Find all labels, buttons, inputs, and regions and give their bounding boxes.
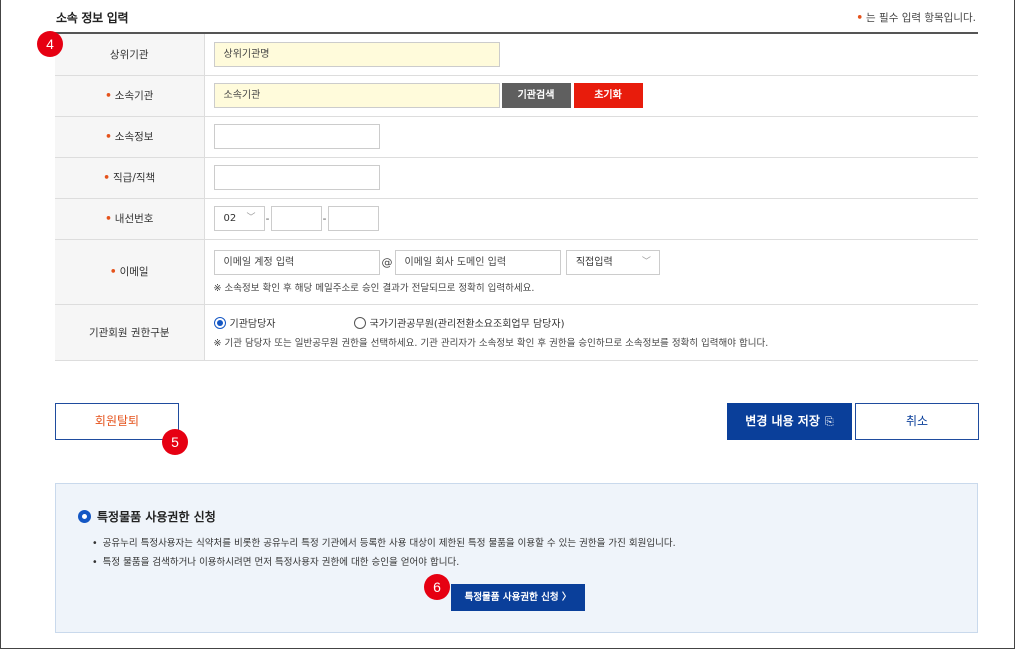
special-items-panel: 특정물품 사용권한 신청 공유누리 특정사용자는 식약처를 비롯한 공유누리 특… bbox=[55, 483, 978, 633]
org-search-button[interactable]: 기관검색 bbox=[501, 83, 571, 108]
org-label: • 소속기관 bbox=[55, 75, 205, 117]
row-email: • 이메일 이메일 계정 입력 @ 이메일 회사 도메인 입력 직접입력 ﹀ ※ 소속정… bbox=[55, 239, 978, 305]
special-panel-title-text: 특정물품 사용권한 신청 bbox=[97, 510, 216, 524]
dept-input[interactable] bbox=[213, 124, 380, 149]
position-label-text: 직급/직책 bbox=[113, 172, 156, 184]
email-hint: ※ 소속정보 확인 후 해당 메일주소로 승인 결과가 전달되므로 정확히 입력… bbox=[213, 282, 535, 294]
role-radio-official[interactable] bbox=[353, 316, 366, 329]
bullet-ring-icon bbox=[78, 510, 91, 523]
apply-button-label: 특정물품 사용권한 신청 bbox=[464, 592, 559, 603]
email-id-input[interactable]: 이메일 계정 입력 bbox=[213, 249, 380, 275]
email-domain-select-value: 직접입력 bbox=[575, 256, 613, 268]
list-item: 특정 물품을 검색하거나 이용하시려면 먼저 특정사용자 권한에 대한 승인을 … bbox=[92, 553, 676, 572]
email-domain-select[interactable]: 직접입력 ﹀ bbox=[565, 249, 660, 275]
phone-label-text: 내선번호 bbox=[114, 213, 154, 225]
org-reset-button[interactable]: 초기화 bbox=[573, 83, 643, 108]
required-dot: • bbox=[109, 266, 117, 278]
required-note-text: 는 필수 입력 항목입니다. bbox=[866, 12, 976, 24]
role-option-manager-label[interactable]: 기관담당자 bbox=[230, 315, 354, 330]
step-badge-5: 5 bbox=[162, 429, 188, 455]
row-phone: • 내선번호 02 ﹀ - - bbox=[55, 198, 978, 240]
org-label-text: 소속기관 bbox=[114, 90, 154, 102]
org-input[interactable]: 소속기관 bbox=[213, 83, 500, 108]
row-position: • 직급/직책 bbox=[55, 157, 978, 199]
org-info-form: 상위기관 상위기관명 • 소속기관 소속기관 기관검색 초기화 • 소속정보 • 직급/직… bbox=[55, 34, 978, 361]
section-title: 소속 정보 입력 bbox=[56, 11, 129, 25]
role-label: 기관회원 권한구분 bbox=[55, 304, 205, 361]
required-mark: • bbox=[856, 12, 864, 24]
dept-label: • 소속정보 bbox=[55, 116, 205, 158]
dept-label-text: 소속정보 bbox=[114, 131, 154, 143]
email-label-text: 이메일 bbox=[119, 266, 149, 278]
role-radio-manager[interactable] bbox=[213, 316, 226, 329]
required-note: • 는 필수 입력 항목입니다. bbox=[856, 10, 976, 25]
required-dot: • bbox=[105, 131, 112, 143]
role-hint: ※ 기관 담당자 또는 일반공무원 권한을 선택하세요. 기관 관리자가 소속정… bbox=[213, 338, 769, 349]
withdraw-button[interactable]: 회원탈퇴 bbox=[55, 403, 179, 440]
email-label: • 이메일 bbox=[55, 239, 205, 305]
chevron-right-icon: 〉 bbox=[561, 592, 572, 603]
cancel-button[interactable]: 취소 bbox=[855, 403, 979, 440]
chevron-down-icon: ﹀ bbox=[246, 213, 256, 223]
parent-org-label: 상위기관 bbox=[55, 34, 205, 76]
step-badge-6: 6 bbox=[424, 574, 450, 600]
phone-area-select[interactable]: 02 ﹀ bbox=[213, 206, 265, 231]
required-dot: • bbox=[105, 90, 112, 102]
email-at-sign: @ bbox=[381, 255, 393, 269]
required-dot: • bbox=[105, 213, 112, 225]
required-dot: • bbox=[103, 172, 111, 184]
phone-area-value: 02 bbox=[223, 213, 237, 224]
chevron-down-icon: ﹀ bbox=[641, 256, 651, 267]
phone-part2-input[interactable] bbox=[270, 206, 322, 231]
save-icon: ⎘ bbox=[824, 415, 834, 428]
apply-special-permission-button[interactable]: 특정물품 사용권한 신청 〉 bbox=[451, 584, 585, 611]
special-panel-title: 특정물품 사용권한 신청 bbox=[78, 508, 216, 525]
save-button-label: 변경 내용 저장 bbox=[745, 414, 820, 428]
parent-org-input[interactable]: 상위기관명 bbox=[213, 41, 500, 67]
page-frame: 소속 정보 입력 • 는 필수 입력 항목입니다. 상위기관 상위기관명 • 소속기… bbox=[0, 0, 1015, 649]
save-button[interactable]: 변경 내용 저장 ⎘ bbox=[727, 403, 852, 440]
phone-part3-input[interactable] bbox=[327, 206, 379, 231]
role-option-official-label[interactable]: 국가기관공무원(관리전환소요조회업무 담당자) bbox=[370, 315, 565, 330]
position-input[interactable] bbox=[213, 165, 380, 190]
list-item: 공유누리 특정사용자는 식약처를 비롯한 공유누리 특정 기관에서 등록한 사용… bbox=[92, 534, 676, 553]
row-dept: • 소속정보 bbox=[55, 116, 978, 158]
row-org: • 소속기관 소속기관 기관검색 초기화 bbox=[55, 75, 978, 117]
phone-label: • 내선번호 bbox=[55, 198, 205, 240]
row-parent-org: 상위기관 상위기관명 bbox=[55, 34, 978, 76]
special-panel-bullets: 공유누리 특정사용자는 식약처를 비롯한 공유누리 특정 기관에서 등록한 사용… bbox=[92, 534, 676, 572]
step-badge-4: 4 bbox=[37, 31, 63, 57]
row-role: 기관회원 권한구분 기관담당자 국가기관공무원(관리전환소요조회업무 담당자) … bbox=[55, 304, 978, 361]
position-label: • 직급/직책 bbox=[55, 157, 205, 199]
email-domain-input[interactable]: 이메일 회사 도메인 입력 bbox=[394, 249, 561, 275]
